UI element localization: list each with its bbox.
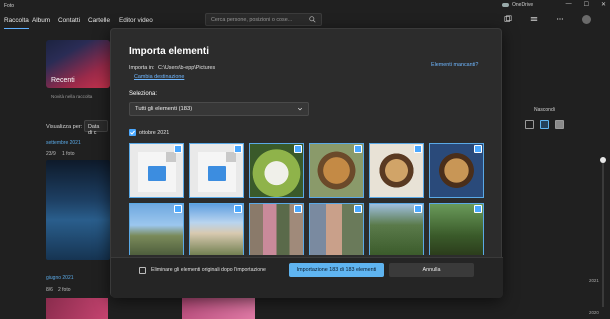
photo-count: 2 foto — [58, 287, 71, 293]
delete-originals-label: Eliminare gli elementi originali dopo l'… — [151, 267, 266, 273]
avatar[interactable] — [582, 15, 591, 24]
timeline-year: 2021 — [589, 278, 599, 283]
select-label: Seleziona: — [129, 91, 158, 97]
photos-app: Foto OneDrive — ☐ ✕ Raccolta Album Conta… — [0, 0, 610, 319]
tab-contatti[interactable]: Contatti — [58, 17, 80, 24]
item-checkbox[interactable] — [354, 205, 362, 213]
select-value: Tutti gli elementi (183) — [135, 106, 193, 112]
item-checkbox[interactable] — [294, 205, 302, 213]
import-item[interactable] — [429, 143, 484, 198]
item-checkbox[interactable] — [294, 145, 302, 153]
missing-items-link[interactable]: Elementi mancanti? — [431, 62, 478, 68]
filter-icon[interactable] — [530, 15, 538, 23]
maximize-icon[interactable]: ☐ — [584, 1, 589, 8]
tab-album[interactable]: Album — [32, 17, 50, 24]
import-item[interactable] — [309, 203, 364, 255]
view-for-value: Data di c — [88, 124, 100, 136]
import-item[interactable] — [249, 143, 304, 198]
import-dialog: Importa elementi Importa in: C:\Users\b-… — [110, 28, 503, 298]
import-grid — [129, 143, 484, 255]
item-checkbox[interactable] — [354, 145, 362, 153]
item-checkbox[interactable] — [174, 145, 182, 153]
timeline-scrubber[interactable] — [600, 157, 606, 307]
import-item[interactable] — [129, 143, 184, 198]
file-icon — [198, 152, 236, 192]
change-destination-link[interactable]: Cambia destinazione — [134, 74, 184, 80]
timeline-knob[interactable] — [600, 157, 606, 163]
view-small-icon[interactable] — [525, 120, 534, 129]
view-medium-icon[interactable] — [540, 120, 549, 129]
import-item[interactable] — [249, 203, 304, 255]
import-in-label: Importa in: — [129, 65, 155, 71]
delete-originals-checkbox[interactable] — [139, 267, 146, 274]
onedrive-label: OneDrive — [512, 2, 534, 8]
day-label: 23/9 — [46, 151, 56, 157]
photo-count: 1 foto — [62, 151, 75, 157]
item-checkbox[interactable] — [414, 205, 422, 213]
search-input[interactable]: Cerca persone, posizioni o cose... — [205, 13, 322, 26]
month-heading: settembre 2021 — [46, 140, 81, 146]
tab-raccolta[interactable]: Raccolta — [4, 17, 29, 29]
import-path: C:\Users\b-epp\Pictures — [158, 65, 216, 71]
month-checkbox[interactable] — [129, 129, 136, 136]
import-item[interactable] — [369, 143, 424, 198]
item-checkbox[interactable] — [474, 205, 482, 213]
item-checkbox[interactable] — [234, 205, 242, 213]
import-icon[interactable] — [504, 15, 512, 23]
more-options-icon[interactable] — [556, 15, 564, 23]
import-button[interactable]: Importazione 183 di 183 elementi — [289, 263, 384, 277]
library-photo[interactable] — [46, 160, 110, 260]
item-checkbox[interactable] — [474, 145, 482, 153]
month-heading: giugno 2021 — [46, 275, 74, 281]
item-checkbox[interactable] — [414, 145, 422, 153]
dialog-title: Importa elementi — [129, 46, 210, 57]
item-checkbox[interactable] — [174, 205, 182, 213]
window-controls: — ☐ ✕ — [566, 1, 606, 8]
check-icon — [130, 130, 135, 135]
month-group-label: ottobre 2021 — [139, 130, 170, 136]
library-photo[interactable] — [182, 298, 255, 319]
import-item[interactable] — [369, 203, 424, 255]
file-icon — [138, 152, 176, 192]
import-item[interactable] — [309, 143, 364, 198]
app-title: Foto — [4, 3, 15, 9]
import-item[interactable] — [129, 203, 184, 255]
import-item[interactable] — [189, 203, 244, 255]
import-item[interactable] — [429, 203, 484, 255]
search-icon — [309, 16, 316, 23]
view-large-icon[interactable] — [555, 120, 564, 129]
library-photo[interactable] — [46, 298, 108, 319]
cloud-icon — [502, 2, 509, 7]
item-checkbox[interactable] — [234, 145, 242, 153]
select-dropdown[interactable]: Tutti gli elementi (183) — [129, 102, 309, 116]
view-for-label: Visualizza per: — [46, 124, 83, 130]
minimize-icon[interactable]: — — [566, 1, 572, 8]
hide-button[interactable]: Nascondi — [534, 107, 555, 113]
day-label: 8/6 — [46, 287, 53, 293]
tab-cartelle[interactable]: Cartelle — [88, 17, 110, 24]
recent-sub: Novità nella raccolta — [51, 94, 93, 99]
timeline-year: 2020 — [589, 310, 599, 315]
view-for-select[interactable]: Data di c — [84, 120, 108, 136]
search-placeholder: Cerca persone, posizioni o cose... — [211, 17, 293, 23]
chevron-down-icon — [297, 107, 303, 111]
tab-editor-video[interactable]: Editor video — [119, 17, 153, 24]
import-item[interactable] — [189, 143, 244, 198]
cancel-button[interactable]: Annulla — [389, 263, 474, 277]
title-bar: Foto OneDrive — ☐ ✕ — [0, 0, 610, 12]
close-icon[interactable]: ✕ — [601, 1, 606, 8]
recent-label: Recenti — [51, 77, 75, 84]
onedrive-status[interactable]: OneDrive — [502, 2, 533, 8]
